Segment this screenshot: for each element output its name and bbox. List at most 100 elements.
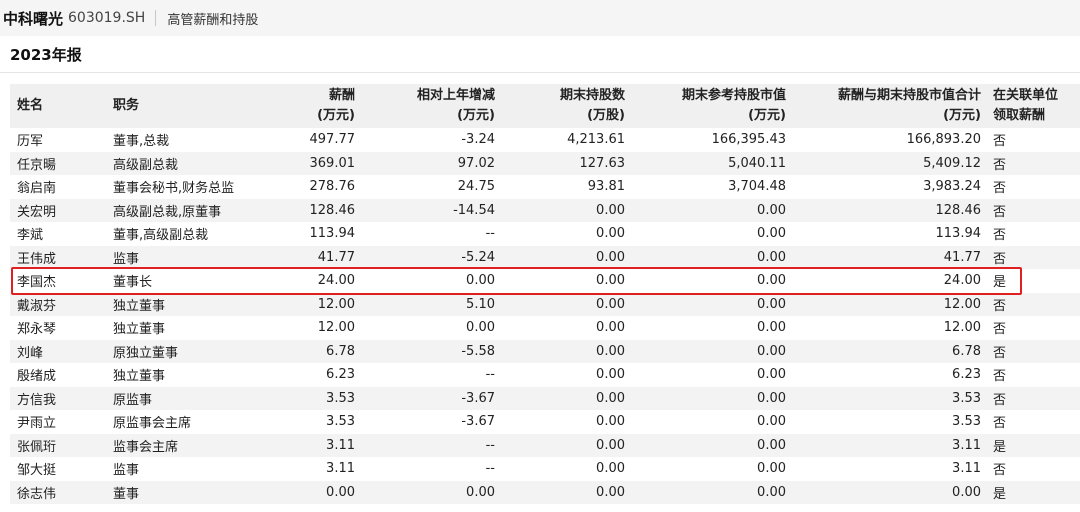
cell-change: -3.24 [461,132,495,148]
cell-related-pay: 否 [993,204,1007,220]
cell-market-value: 0.00 [757,414,786,430]
cell-market-value: 0.00 [757,273,786,289]
cell-related-pay: 是 [993,439,1007,455]
cell-position: 监事 [113,463,140,479]
divider [155,10,157,26]
cell-name[interactable]: 徐志伟 [10,481,113,505]
cell-shares: 93.81 [587,179,625,195]
col-header-shares[interactable]: 期末持股数 (万股) [495,84,625,128]
cell-total: 3,983.24 [923,179,981,195]
cell-market-value: 3,704.48 [728,179,786,195]
cell-related-pay: 否 [993,157,1007,173]
table-row[interactable]: 郑永琴 独立董事 12.00 0.00 0.00 0.00 12.00 否 [10,316,1080,340]
cell-shares: 0.00 [596,202,625,218]
table-row[interactable]: 李斌 董事,高级副总裁 113.94 -- 0.00 0.00 113.94 否 [10,222,1080,246]
cell-position: 董事长 [113,275,153,291]
cell-related-pay: 是 [993,486,1007,502]
cell-salary: 3.53 [326,414,355,430]
cell-market-value: 0.00 [757,226,786,242]
cell-salary: 128.46 [309,202,356,218]
table-row[interactable]: 徐志伟 董事 0.00 0.00 0.00 0.00 0.00 是 [10,480,1080,505]
cell-related-pay: 否 [993,134,1007,150]
cell-total: 6.23 [952,367,981,383]
company-name[interactable]: 中科曙光 [3,8,63,29]
table-row[interactable]: 李国杰 董事长 24.00 0.00 0.00 0.00 24.00 是 [10,269,1080,293]
table-row[interactable]: 方信我 原监事 3.53 -3.67 0.00 0.00 3.53 否 [10,386,1080,411]
cell-related-pay: 否 [993,463,1007,479]
cell-name[interactable]: 尹雨立 [10,410,113,434]
table-row[interactable]: 戴淑芬 独立董事 12.00 5.10 0.00 0.00 12.00 否 [10,292,1080,317]
col-header-market-value[interactable]: 期末参考持股市值 (万元) [625,84,786,128]
col-header-name[interactable]: 姓名 [10,84,113,128]
cell-shares: 0.00 [596,343,625,359]
cell-salary: 41.77 [317,249,355,265]
table-row[interactable]: 王伟成 监事 41.77 -5.24 0.00 0.00 41.77 否 [10,245,1080,270]
cell-salary: 24.00 [317,273,355,289]
cell-change: -3.67 [461,390,495,406]
cell-name[interactable]: 方信我 [10,387,113,411]
section-title: 高管薪酬和持股 [167,12,259,28]
cell-name[interactable]: 戴淑芬 [10,293,113,317]
stock-code: 603019.SH [68,10,146,26]
col-header-related-pay[interactable]: 在关联单位 领取薪酬 [981,84,1080,128]
cell-total: 3.11 [952,461,981,477]
cell-change: -5.58 [461,343,495,359]
table-row[interactable]: 殷绪成 独立董事 6.23 -- 0.00 0.00 6.23 否 [10,363,1080,387]
cell-salary: 12.00 [317,296,355,312]
cell-name[interactable]: 李斌 [10,222,113,246]
cell-name[interactable]: 刘峰 [10,340,113,364]
cell-total: 0.00 [952,484,981,500]
cell-shares: 0.00 [596,273,625,289]
cell-name[interactable]: 历军 [10,128,113,152]
cell-shares: 0.00 [596,296,625,312]
cell-position: 原监事 [113,392,153,408]
cell-name[interactable]: 殷绪成 [10,363,113,387]
cell-total: 12.00 [943,296,981,312]
cell-total: 166,893.20 [906,132,981,148]
cell-shares: 0.00 [596,461,625,477]
table-row[interactable]: 翁启南 董事会秘书,财务总监 278.76 24.75 93.81 3,704.48 3,9… [10,175,1080,199]
cell-name[interactable]: 王伟成 [10,246,113,270]
cell-related-pay: 否 [993,369,1007,385]
cell-name[interactable]: 李国杰 [10,269,113,293]
cell-name[interactable]: 关宏明 [10,199,113,223]
cell-total: 3.53 [952,414,981,430]
top-bar: 中科曙光 603019.SH 高管薪酬和持股 [0,0,1080,36]
cell-position: 董事会秘书,财务总监 [113,181,235,197]
cell-name[interactable]: 张佩珩 [10,434,113,458]
table-row[interactable]: 邹大挺 监事 3.11 -- 0.00 0.00 3.11 否 [10,457,1080,481]
cell-position: 原独立董事 [113,345,179,361]
cell-shares: 0.00 [596,226,625,242]
table-row[interactable]: 关宏明 高级副总裁,原董事 128.46 -14.54 0.00 0.00 128.46 否 [10,198,1080,223]
cell-market-value: 0.00 [757,437,786,453]
cell-total: 5,409.12 [923,155,981,171]
cell-change: 24.75 [457,179,495,195]
cell-related-pay: 否 [993,322,1007,338]
report-period-row: 2023年报 [0,36,1080,73]
cell-market-value: 0.00 [757,367,786,383]
cell-name[interactable]: 任京暘 [10,152,113,176]
table-row[interactable]: 张佩珩 监事会主席 3.11 -- 0.00 0.00 3.11 是 [10,433,1080,458]
table-row[interactable]: 尹雨立 原监事会主席 3.53 -3.67 0.00 0.00 3.53 否 [10,410,1080,434]
cell-position: 原监事会主席 [113,416,192,432]
col-header-total[interactable]: 薪酬与期末持股市值合计 (万元) [786,84,981,128]
col-header-salary[interactable]: 薪酬 (万元) [270,84,355,128]
cell-name[interactable]: 翁启南 [10,175,113,199]
cell-position: 独立董事 [113,322,166,338]
cell-shares: 4,213.61 [567,132,625,148]
table-row[interactable]: 刘峰 原独立董事 6.78 -5.58 0.00 0.00 6.78 否 [10,339,1080,364]
col-header-change[interactable]: 相对上年增减 (万元) [355,84,495,128]
table-row[interactable]: 历军 董事,总裁 497.77 -3.24 4,213.61 166,395.43 166,… [10,128,1080,152]
cell-change: 0.00 [466,273,495,289]
cell-related-pay: 是 [993,275,1007,291]
cell-salary: 278.76 [309,179,356,195]
report-year-label: 2023年报 [10,45,82,64]
cell-related-pay: 否 [993,392,1007,408]
cell-name[interactable]: 郑永琴 [10,316,113,340]
cell-salary: 3.11 [326,437,355,453]
col-header-position[interactable]: 职务 [113,84,270,128]
cell-name[interactable]: 邹大挺 [10,457,113,481]
cell-salary: 497.77 [309,132,356,148]
cell-position: 监事会主席 [113,439,179,455]
table-row[interactable]: 任京暘 高级副总裁 369.01 97.02 127.63 5,040.11 5,409.1… [10,151,1080,176]
